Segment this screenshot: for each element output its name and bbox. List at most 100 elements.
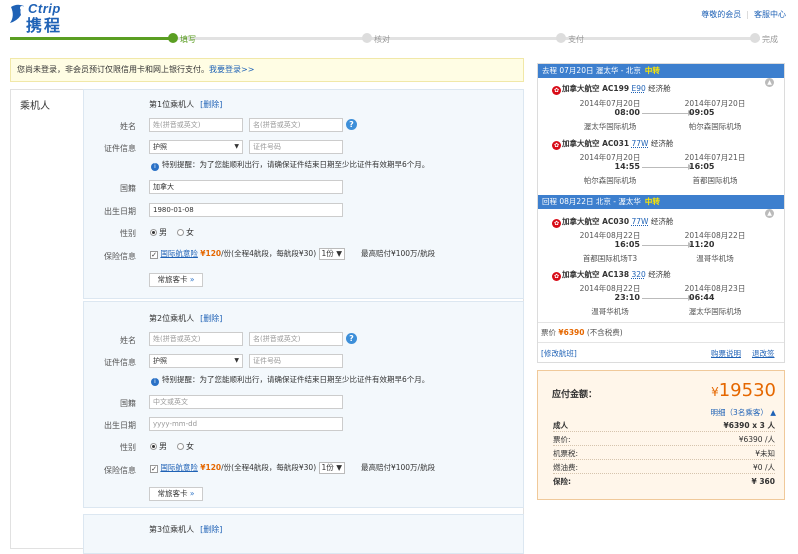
price-row-label: 机票税: — [553, 449, 579, 458]
frequent-flyer-button[interactable]: 常旅客卡 » — [149, 273, 203, 287]
ctrip-logo-icon[interactable] — [8, 3, 26, 25]
frequent-flyer-button[interactable]: 常旅客卡 » — [149, 487, 203, 501]
flight-title: ✿ 加拿大航空 AC199 E90 经济舱 — [552, 83, 671, 95]
flight-airline: 加拿大航空 AC199 — [562, 84, 630, 93]
id-type-value: 护照 — [153, 357, 167, 365]
first-name-input[interactable]: 名(拼音或英文) — [249, 332, 343, 346]
gender-female-radio[interactable] — [177, 443, 184, 450]
collapse-icon[interactable]: ▲ — [765, 209, 774, 218]
air-canada-icon: ✿ — [552, 272, 561, 281]
id-number-input[interactable]: 证件号码 — [249, 140, 343, 154]
price-row-label: 成人 — [553, 421, 568, 430]
insurance-link[interactable]: 国际航意险 — [160, 249, 198, 258]
flight-title: ✿ 加拿大航空 AC138 320 经济舱 — [552, 269, 671, 281]
gender-radios: 男女 — [150, 227, 194, 238]
insurance-checkbox[interactable]: ✓ — [150, 465, 158, 473]
nationality-input[interactable]: 中文或英文 — [149, 395, 343, 409]
id-tip-text: 特别提醒：为了您能顺利出行，请确保证件结束日期至少比证件有效期早6个月。 — [162, 160, 430, 169]
delete-passenger-link[interactable]: [删除] — [200, 525, 222, 534]
id-tip-text: 特别提醒：为了您能顺利出行，请确保证件结束日期至少比证件有效期早6个月。 — [162, 375, 430, 384]
cabin-class: 经济舱 — [650, 217, 674, 226]
transfer-badge: 中转 — [644, 66, 660, 75]
label-name: 姓名 — [120, 122, 136, 131]
collapse-icon[interactable]: ▲ — [765, 78, 774, 87]
gender-female-radio[interactable] — [177, 229, 184, 236]
insurance-copies-select[interactable]: 1份 ▼ — [318, 462, 345, 474]
service-center-link[interactable]: 客服中心 — [754, 10, 786, 19]
dep-airport: 帕尔森国际机场 — [583, 176, 637, 185]
insurance-checkbox[interactable]: ✓ — [150, 251, 158, 259]
insurance-price: ¥120 — [200, 249, 222, 258]
insurance-link[interactable]: 国际航意险 — [160, 463, 198, 472]
currency-symbol: ¥ — [711, 385, 719, 399]
insurance-row: ✓ 国际航意险 ¥120/份(全程4航段，每航段¥30) 1份 ▼ 最高赔付¥10… — [150, 248, 435, 260]
aircraft-model-link[interactable]: 320 — [631, 270, 645, 279]
info-icon: i — [151, 163, 159, 171]
fare-row: 票价 ¥6390 (不含税费) — [541, 327, 623, 338]
return-header-text: 回程 08月22日 北京 - 渥太华 — [542, 197, 641, 206]
help-icon[interactable]: ? — [346, 333, 357, 344]
label-birth: 出生日期 — [104, 421, 136, 430]
price-row-label: 保险: — [553, 477, 571, 486]
help-icon[interactable]: ? — [346, 119, 357, 130]
outbound-header: 去程 07月20日 渥太华 - 北京 中转 — [538, 64, 784, 78]
id-number-input[interactable]: 证件号码 — [249, 354, 343, 368]
price-detail-toggle[interactable]: 明细（3名乘客） ▲ — [690, 407, 776, 418]
expand-icon: » — [189, 275, 195, 284]
progress-track — [178, 37, 760, 40]
dep-airport: 温哥华机场 — [591, 307, 629, 316]
id-type-select[interactable]: 护照 ▼ — [149, 140, 243, 154]
refund-change-link[interactable]: 退改签 — [752, 348, 775, 359]
price-row: 票价: ¥6390 /人 — [553, 434, 775, 446]
passenger-title: 第1位乘机人 [删除] — [149, 99, 222, 110]
modify-flight-link[interactable]: [修改航班] — [541, 348, 577, 359]
aircraft-model-link[interactable]: E90 — [631, 84, 645, 93]
dep-time: 16:05 — [614, 240, 640, 249]
price-row-label: 票价: — [553, 435, 571, 444]
price-row-value: ¥6390 x 3 人 — [723, 421, 775, 430]
cabin-class: 经济舱 — [650, 139, 674, 148]
birth-date-input[interactable]: 1980-01-08 — [149, 203, 343, 217]
delete-passenger-link[interactable]: [删除] — [200, 100, 222, 109]
info-icon: i — [151, 378, 159, 386]
payment-total: ¥19530 — [690, 380, 776, 401]
arr-airport: 温哥华机场 — [696, 254, 734, 263]
login-link[interactable]: 我要登录>> — [209, 65, 254, 74]
air-canada-icon: ✿ — [552, 219, 561, 228]
aircraft-model-link[interactable]: 77W — [631, 217, 648, 226]
label-birth: 出生日期 — [104, 207, 136, 216]
dropdown-arrow-icon: ▼ — [336, 463, 342, 472]
arr-airport: 帕尔森国际机场 — [688, 122, 742, 131]
fare-divider — [538, 342, 784, 343]
first-name-input[interactable]: 名(拼音或英文) — [249, 118, 343, 132]
nationality-input[interactable]: 加拿大 — [149, 180, 343, 194]
arr-airport: 首都国际机场 — [692, 176, 738, 185]
link-separator: | — [746, 10, 749, 19]
id-type-select[interactable]: 护照 ▼ — [149, 354, 243, 368]
delete-passenger-link[interactable]: [删除] — [200, 314, 222, 323]
insurance-note: /份(全程4航段，每航段¥30) — [221, 249, 317, 258]
gender-male-label: 男 — [159, 442, 167, 451]
passenger-title-text: 第2位乘机人 — [149, 314, 195, 323]
gender-male-radio[interactable] — [150, 229, 157, 236]
insurance-cover: 最高赔付¥100万/航段 — [360, 249, 436, 258]
ticket-rules-link[interactable]: 购票说明 — [711, 348, 741, 359]
passenger-title-text: 第3位乘机人 — [149, 525, 195, 534]
member-link[interactable]: 尊敬的会员 — [701, 10, 741, 19]
insurance-copies-select[interactable]: 1份 ▼ — [318, 248, 345, 260]
logo-text-cn[interactable]: 携程 — [26, 12, 62, 36]
aircraft-model-link[interactable]: 77W — [631, 139, 648, 148]
total-amount: 19530 — [718, 380, 776, 401]
progress-step-pay: 支付 — [568, 35, 584, 44]
fare-label: 票价 — [541, 328, 556, 337]
arr-time: 16:05 — [689, 162, 715, 171]
expand-icon: » — [189, 489, 195, 498]
last-name-input[interactable]: 姓(拼音或英文) — [149, 332, 243, 346]
label-gender: 性别 — [120, 229, 136, 238]
insurance-price: ¥120 — [200, 463, 222, 472]
last-name-input[interactable]: 姓(拼音或英文) — [149, 118, 243, 132]
progress-dot-check — [362, 33, 372, 43]
gender-male-radio[interactable] — [150, 443, 157, 450]
birth-date-input[interactable]: yyyy-mm-dd — [149, 417, 343, 431]
label-gender: 性别 — [120, 443, 136, 452]
